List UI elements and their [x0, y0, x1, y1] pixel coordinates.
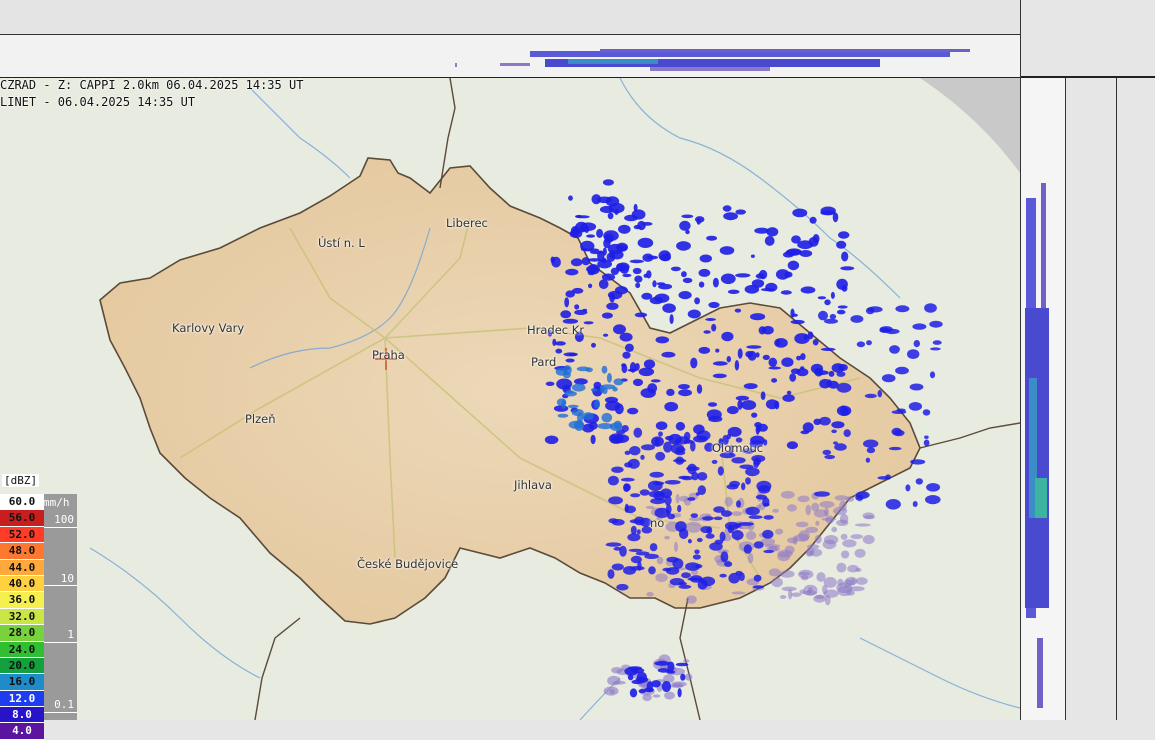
legend-level: 60.0: [0, 494, 44, 511]
radar-product-info: CZRAD - Z: CAPPI 2.0km 06.04.2025 14:35 …: [0, 78, 304, 92]
rate-label: 0.1: [54, 698, 74, 711]
rate-label: 100: [54, 513, 74, 526]
legend-dbz-scale: 60.0 56.0 52.0 48.0 44.0 40.0 36.0 32.0 28.0 24.0…: [0, 494, 44, 740]
rate-label: 1: [67, 628, 74, 641]
legend-level: 4.0: [0, 723, 44, 740]
legend-level: 40.0: [0, 575, 44, 593]
legend-rate-scale: 100 10 1 0.1: [44, 494, 77, 720]
legend-level: 8.0: [0, 707, 44, 724]
legend-level: 36.0: [0, 592, 44, 609]
legend-level: 52.0: [0, 526, 44, 544]
legend-rate-unit: mm/h: [43, 496, 70, 509]
radar-map[interactable]: CZRAD - Z: CAPPI 2.0km 06.04.2025 14:35 …: [0, 78, 1020, 720]
map-canvas: [0, 78, 1020, 720]
legend-level: 12.0: [0, 690, 44, 708]
city-label-plzen: Plzeň: [245, 412, 276, 426]
city-label-karlovy-vary: Karlovy Vary: [172, 321, 245, 335]
city-label-jihlava: Jihlava: [514, 478, 552, 492]
city-label-brno: no: [650, 516, 665, 530]
legend-level: 16.0: [0, 674, 44, 691]
city-label-pardubice: Pard: [531, 355, 557, 369]
legend-unit: [dBZ]: [2, 474, 40, 487]
legend-level: 56.0: [0, 510, 44, 527]
legend-level: 44.0: [0, 559, 44, 576]
legend-level: 48.0: [0, 543, 44, 560]
legend-level: 20.0: [0, 657, 44, 675]
city-label-liberec: Liberec: [446, 216, 488, 230]
cross-section-top-profile: [455, 49, 970, 71]
reflectivity-legend: [dBZ] 100 10 1 0.1 mm/h 60.0 56.0 52.0 48.0…: [0, 474, 77, 740]
city-label-hradec: Hradec Kr: [527, 323, 585, 337]
legend-level: 24.0: [0, 641, 44, 658]
cross-section-right: [1020, 0, 1155, 720]
city-label-usti: Ústí n. L: [318, 236, 365, 250]
lightning-product-info: LINET - 06.04.2025 14:35 UT: [0, 95, 196, 109]
legend-level: 32.0: [0, 608, 44, 626]
city-label-praha: Praha: [372, 348, 405, 362]
legend-level: 28.0: [0, 625, 44, 642]
rate-label: 10: [60, 572, 74, 585]
cross-section-top: [0, 35, 1020, 79]
city-label-ceske-budejovice: České Budějovice: [357, 557, 459, 571]
city-label-olomouc: Olomouc: [712, 441, 764, 455]
top-toolbar: [0, 0, 1020, 35]
cross-section-right-profile: [1025, 183, 1049, 708]
